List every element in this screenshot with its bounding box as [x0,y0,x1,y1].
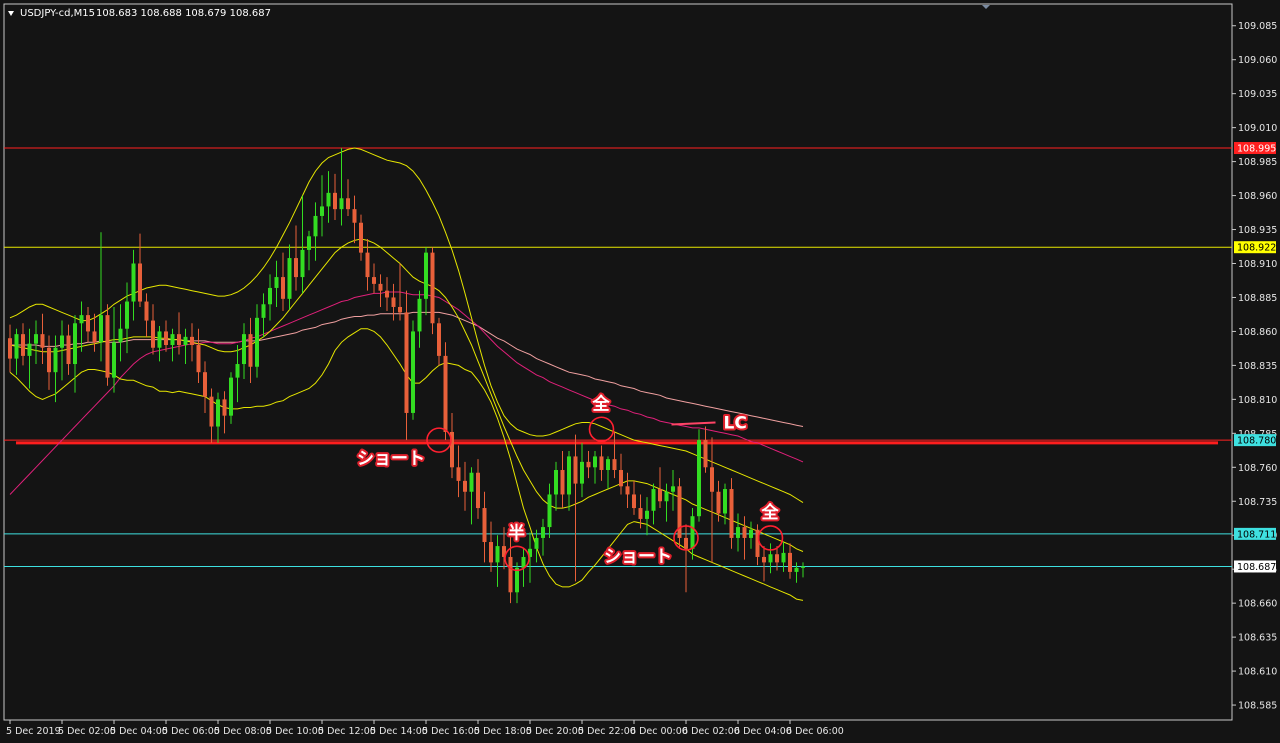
y-tick-label: 109.085 [1238,21,1277,32]
y-tick-label: 108.660 [1238,599,1277,610]
svg-text:全: 全 [592,393,611,414]
y-tick-label: 108.610 [1238,667,1277,678]
svg-text:ショート: ショート [357,449,425,469]
price-label-0: 108.995 [1234,142,1276,155]
x-tick-label: 6 Dec 04:00 [734,726,792,737]
x-tick-label: 5 Dec 16:00 [422,726,480,737]
chart-title: USDJPY-cd,M15 108.683 108.688 108.679 10… [8,8,271,19]
y-tick-label: 108.760 [1238,463,1277,474]
x-tick-label: 5 Dec 22:00 [578,726,636,737]
y-tick-label: 109.035 [1238,89,1277,100]
x-tick-label: 5 Dec 06:00 [162,726,220,737]
svg-text:全: 全 [761,502,780,523]
price-label-4: 108.687 [1234,560,1276,573]
price-label-1: 108.922 [1234,241,1276,254]
y-tick-label: 108.585 [1238,701,1277,712]
x-tick-label: 6 Dec 06:00 [786,726,844,737]
svg-text:LC: LC [724,413,747,433]
y-axis: 109.085 109.060 109.035 109.010 108.985 108.9… [1232,21,1277,712]
x-tick-label: 5 Dec 10:00 [266,726,324,737]
svg-text:108.922: 108.922 [1237,243,1276,254]
y-tick-label: 109.060 [1238,55,1277,66]
y-tick-label: 108.635 [1238,633,1277,644]
x-tick-label: 6 Dec 00:00 [630,726,688,737]
y-tick-label: 108.835 [1238,361,1277,372]
x-tick-label: 5 Dec 20:00 [526,726,584,737]
candle [411,320,415,420]
candle [443,342,448,441]
x-tick-label: 5 Dec 2019 [6,726,61,737]
y-tick-label: 108.735 [1238,497,1277,508]
y-tick-label: 108.960 [1238,191,1277,202]
svg-text:108.711: 108.711 [1237,529,1276,540]
x-tick-label: 5 Dec 08:00 [214,726,272,737]
x-tick-label: 5 Dec 04:00 [110,726,168,737]
y-tick-label: 108.810 [1238,395,1277,406]
x-tick-label: 5 Dec 02:00 [58,726,116,737]
y-tick-label: 108.935 [1238,225,1277,236]
x-tick-label: 5 Dec 18:00 [474,726,532,737]
price-label-3: 108.711 [1234,527,1276,540]
price-label-2: 108.780 [1234,434,1276,447]
svg-text:108.780: 108.780 [1237,436,1276,447]
symbol-label: USDJPY-cd,M15 [20,8,95,19]
candle [697,429,701,522]
y-tick-label: 108.860 [1238,327,1277,338]
x-tick-label: 6 Dec 02:00 [682,726,740,737]
candle [430,247,435,335]
price-chart[interactable]: ショート全半LCショート全 109.085109.060109.035109.0… [0,0,1280,743]
candle [105,304,110,386]
x-tick-label: 5 Dec 14:00 [370,726,428,737]
svg-text:108.687: 108.687 [1237,562,1276,573]
svg-text:ショート: ショート [604,547,672,567]
svg-text:半: 半 [508,522,525,543]
y-tick-label: 109.010 [1238,123,1277,134]
svg-text:108.995: 108.995 [1237,144,1276,155]
ohlc-label: 108.683 108.688 108.679 108.687 [96,8,271,19]
y-tick-label: 108.885 [1238,293,1277,304]
y-tick-label: 108.985 [1238,157,1277,168]
y-tick-label: 108.910 [1238,259,1277,270]
chart-background [0,0,1280,743]
x-tick-label: 5 Dec 12:00 [318,726,376,737]
